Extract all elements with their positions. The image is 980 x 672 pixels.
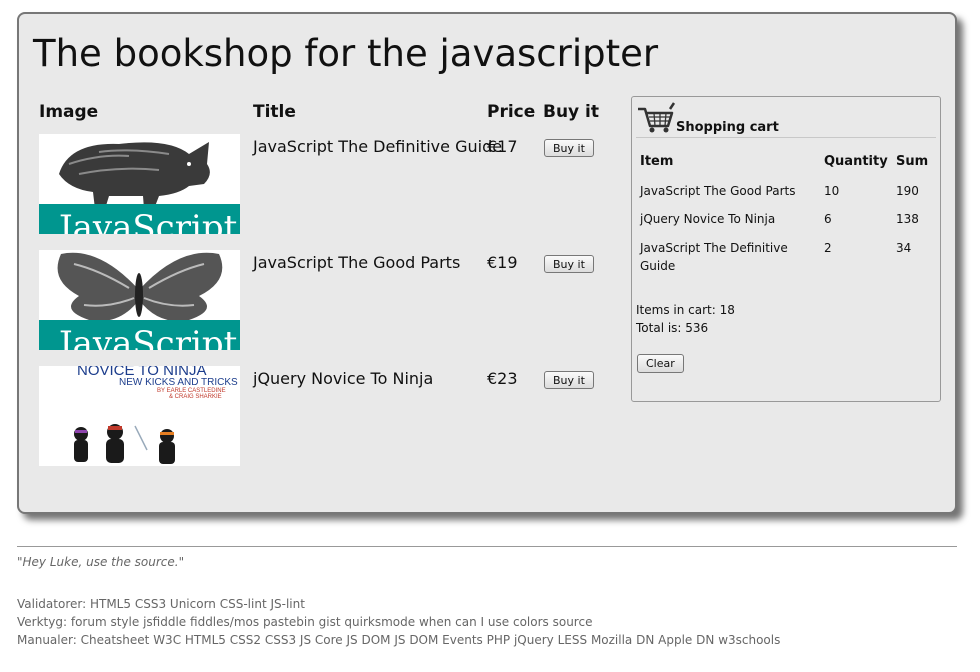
footer-link-validators[interactable]: CSS3 <box>135 597 166 611</box>
divider <box>17 546 957 547</box>
cart-header-quantity: Quantity <box>824 154 888 169</box>
cart-total: Total is: 536 <box>636 321 709 335</box>
footer-link-tools[interactable]: when can I use <box>419 615 509 629</box>
cart-item-sum: 138 <box>896 212 919 226</box>
footer-link-manuals[interactable]: Apple DN <box>658 633 714 647</box>
cart-header: Shopping cart <box>636 101 936 138</box>
buy-button-good-parts[interactable]: Buy it <box>544 255 594 273</box>
clear-cart-button[interactable]: Clear <box>637 354 684 373</box>
cart-item-sum: 34 <box>896 241 912 255</box>
cart-header-sum: Sum <box>896 154 929 169</box>
footer-validators: Validatorer: HTML5 CSS3 Unicorn CSS-lint… <box>17 595 780 613</box>
footer-link-manuals[interactable]: Cheatsheet <box>81 633 150 647</box>
shopping-cart: Shopping cart Item Quantity Sum JavaScri… <box>631 96 941 402</box>
cart-item-name-cont: Guide <box>640 259 676 273</box>
tools-label: Verktyg: <box>17 615 68 629</box>
book-row: NOVICE TO NINJA NEW KICKS AND TRICKS BY … <box>39 366 614 466</box>
cart-summary: Items in cart: 18 Total is: 536 <box>636 301 735 337</box>
book-row: JavaScript: JavaScript The Good Parts €1… <box>39 250 614 350</box>
items-in-cart: Items in cart: 18 <box>636 303 735 317</box>
footer-link-manuals[interactable]: CSS3 <box>265 633 296 647</box>
book-price: €19 <box>487 253 518 272</box>
footer-link-validators[interactable]: JS-lint <box>270 597 304 611</box>
footer-link-tools[interactable]: forum <box>71 615 107 629</box>
footer-link-manuals[interactable]: W3C <box>153 633 181 647</box>
book-cover-definitive-guide: JavaScript <box>39 134 240 234</box>
cart-item-quantity: 2 <box>824 241 832 255</box>
cart-title: Shopping cart <box>676 120 779 135</box>
cart-item-name: JavaScript The Good Parts <box>640 184 796 198</box>
footer-link-manuals[interactable]: jQuery <box>514 633 554 647</box>
cart-item-quantity: 10 <box>824 184 840 198</box>
book-price: €23 <box>487 369 518 388</box>
cart-item-name: JavaScript The Definitive <box>640 241 788 255</box>
book-title: jQuery Novice To Ninja <box>253 369 434 388</box>
footer-link-validators[interactable]: Unicorn <box>170 597 216 611</box>
validators-label: Validatorer: <box>17 597 87 611</box>
footer-link-tools[interactable]: source <box>553 615 593 629</box>
footer-link-tools[interactable]: quirksmode <box>344 615 415 629</box>
footer-link-tools[interactable]: colors <box>513 615 549 629</box>
footer-link-tools[interactable]: pastebin <box>263 615 315 629</box>
footer-link-validators[interactable]: CSS-lint <box>220 597 267 611</box>
cover-title-text: JavaScript: <box>59 324 240 350</box>
header-buy: Buy it <box>543 102 600 122</box>
buy-button-novice-to-ninja[interactable]: Buy it <box>544 371 594 389</box>
book-title: JavaScript The Good Parts <box>253 253 461 272</box>
main-panel: The bookshop for the javascripter Image … <box>17 12 957 514</box>
footer-link-manuals[interactable]: PHP <box>487 633 511 647</box>
header-title: Title <box>253 102 296 122</box>
cart-item-sum: 190 <box>896 184 919 198</box>
cart-header-item: Item <box>640 154 674 169</box>
footer-links: Validatorer: HTML5 CSS3 Unicorn CSS-lint… <box>17 595 780 649</box>
buy-button-definitive-guide[interactable]: Buy it <box>544 139 594 157</box>
footer-link-manuals[interactable]: JS DOM Events <box>394 633 482 647</box>
footer-tools: Verktyg: forum style jsfiddle fiddles/mo… <box>17 613 780 631</box>
footer-link-validators[interactable]: HTML5 <box>90 597 131 611</box>
manuals-label: Manualer: <box>17 633 77 647</box>
footer-link-tools[interactable]: fiddles/mos <box>190 615 259 629</box>
footer-link-manuals[interactable]: w3schools <box>718 633 780 647</box>
ninjas-illustration <box>74 424 175 464</box>
footer-quote: "Hey Luke, use the source." <box>17 555 185 569</box>
footer-link-manuals[interactable]: CSS2 <box>230 633 261 647</box>
footer-link-tools[interactable]: gist <box>319 615 341 629</box>
book-price: €17 <box>487 137 518 156</box>
footer-link-manuals[interactable]: LESS <box>558 633 588 647</box>
cover-title-text: JavaScript <box>59 208 238 234</box>
footer-link-manuals[interactable]: HTML5 <box>185 633 226 647</box>
header-image: Image <box>39 102 99 122</box>
shopping-cart-icon <box>638 102 676 133</box>
book-cover-good-parts: JavaScript: <box>39 250 240 350</box>
book-cover-novice-to-ninja: NOVICE TO NINJA NEW KICKS AND TRICKS BY … <box>39 366 240 466</box>
cart-item-name: jQuery Novice To Ninja <box>640 212 776 226</box>
footer-manuals: Manualer: Cheatsheet W3C HTML5 CSS2 CSS3… <box>17 631 780 649</box>
footer-link-manuals[interactable]: JS Core <box>300 633 343 647</box>
cart-item-quantity: 6 <box>824 212 832 226</box>
footer-link-tools[interactable]: style <box>110 615 139 629</box>
header-price: Price <box>487 102 536 122</box>
footer-link-manuals[interactable]: JS DOM <box>347 633 391 647</box>
footer-link-tools[interactable]: jsfiddle <box>143 615 186 629</box>
page-title: The bookshop for the javascripter <box>33 32 659 75</box>
book-title: JavaScript The Definitive Guide <box>253 137 503 156</box>
book-row: JavaScript JavaScript The Definitive Gui… <box>39 134 614 234</box>
footer-link-manuals[interactable]: Mozilla DN <box>591 633 654 647</box>
